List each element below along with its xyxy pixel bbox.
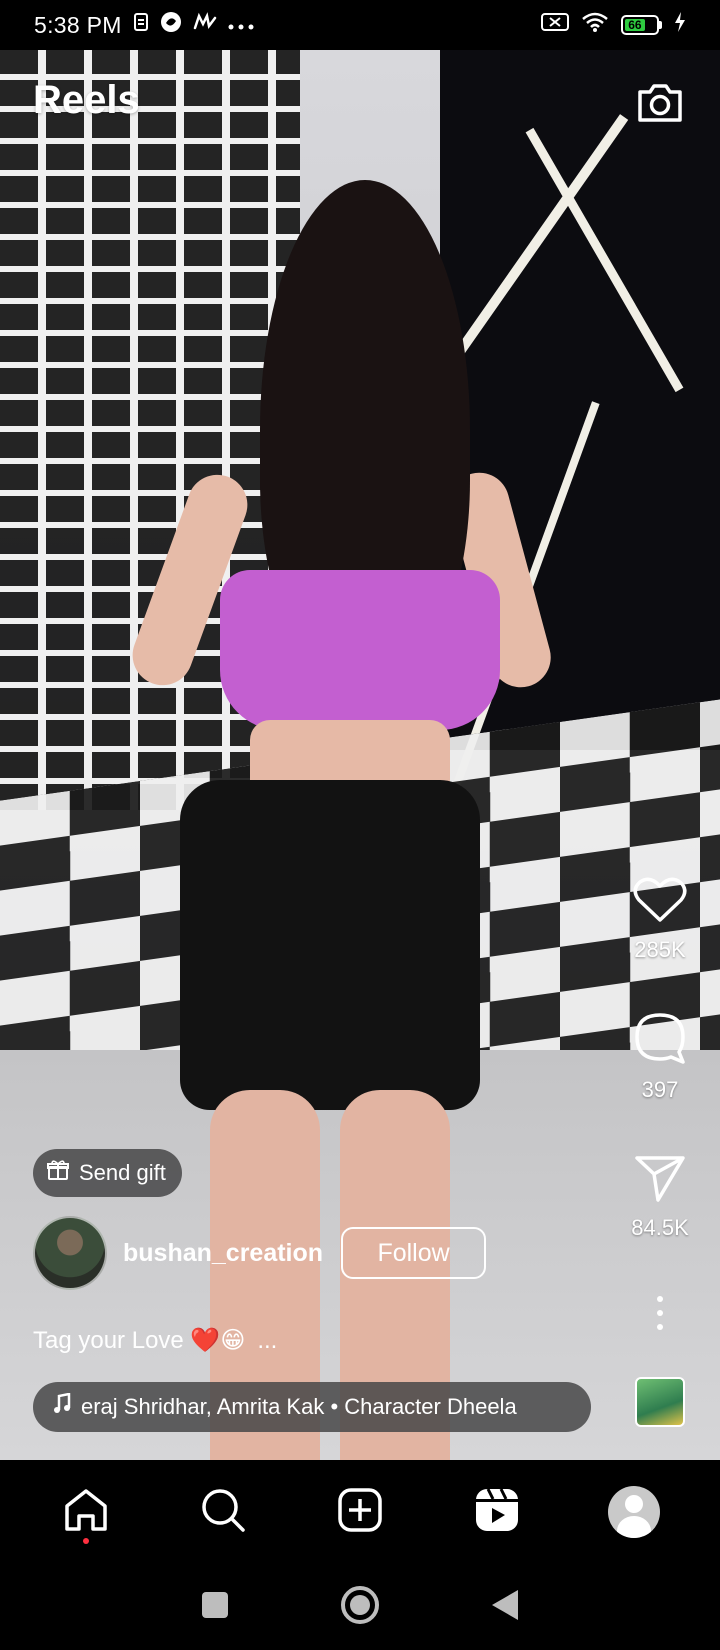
username[interactable]: bushan_creation <box>123 1239 323 1268</box>
reels-icon <box>474 1487 520 1538</box>
caption-more[interactable]: ... <box>257 1327 277 1355</box>
audio-title: eraj Shridhar, Amrita Kak • Character Dh… <box>81 1394 517 1419</box>
wifi-icon <box>581 11 609 39</box>
audio-pill[interactable]: eraj Shridhar, Amrita Kak • Character Dh… <box>33 1382 591 1432</box>
more-dots-icon <box>228 14 254 37</box>
app-icon <box>160 11 182 39</box>
heart-icon[interactable] <box>633 876 687 929</box>
like-action[interactable]: 285K <box>610 876 710 963</box>
battery-icon: 66 <box>621 15 662 35</box>
comment-action[interactable]: 397 <box>610 1012 710 1103</box>
send-gift-label: Send gift <box>79 1160 166 1185</box>
share-count: 84.5K <box>631 1215 689 1240</box>
search-icon <box>200 1487 246 1538</box>
gift-icon <box>47 1159 69 1187</box>
back-button[interactable] <box>490 1588 520 1627</box>
home-icon <box>63 1488 109 1537</box>
battery-level: 66 <box>625 18 645 32</box>
nav-create[interactable] <box>320 1477 400 1547</box>
caption[interactable]: Tag your Love ❤️😁 ... <box>33 1326 277 1355</box>
follow-button[interactable]: Follow <box>341 1227 487 1279</box>
app-icon <box>192 12 218 38</box>
sim-icon <box>132 12 150 38</box>
send-icon[interactable] <box>634 1154 686 1207</box>
author-row: bushan_creation Follow <box>33 1216 487 1290</box>
nav-search[interactable] <box>183 1477 263 1547</box>
bottom-nav <box>0 1460 720 1564</box>
send-gift-button[interactable]: Send gift <box>33 1149 182 1197</box>
avatar[interactable] <box>33 1216 107 1290</box>
status-bar: 5:38 PM 66 <box>0 0 720 50</box>
nav-home[interactable] <box>46 1477 126 1547</box>
nav-reels[interactable] <box>457 1477 537 1547</box>
share-action[interactable]: 84.5K <box>610 1154 710 1241</box>
music-note-icon <box>53 1392 71 1421</box>
charging-icon <box>674 12 686 38</box>
home-notification-dot <box>83 1538 90 1544</box>
audio-thumbnail[interactable] <box>635 1377 685 1427</box>
page-title: Reels <box>33 78 140 122</box>
create-icon <box>337 1487 383 1538</box>
comment-count: 397 <box>641 1077 679 1102</box>
system-nav <box>0 1564 720 1650</box>
camera-icon[interactable] <box>636 82 684 124</box>
home-button[interactable] <box>340 1585 380 1630</box>
caption-text: Tag your Love ❤️😁 <box>33 1327 246 1354</box>
more-vertical-icon[interactable] <box>645 1296 675 1330</box>
nav-profile[interactable] <box>594 1477 674 1547</box>
profile-avatar <box>607 1486 660 1538</box>
status-time: 5:38 PM <box>34 11 122 38</box>
comment-icon[interactable] <box>633 1012 687 1069</box>
no-sim-icon <box>541 12 569 38</box>
recents-button[interactable] <box>200 1590 230 1625</box>
like-count: 285K <box>634 937 686 962</box>
